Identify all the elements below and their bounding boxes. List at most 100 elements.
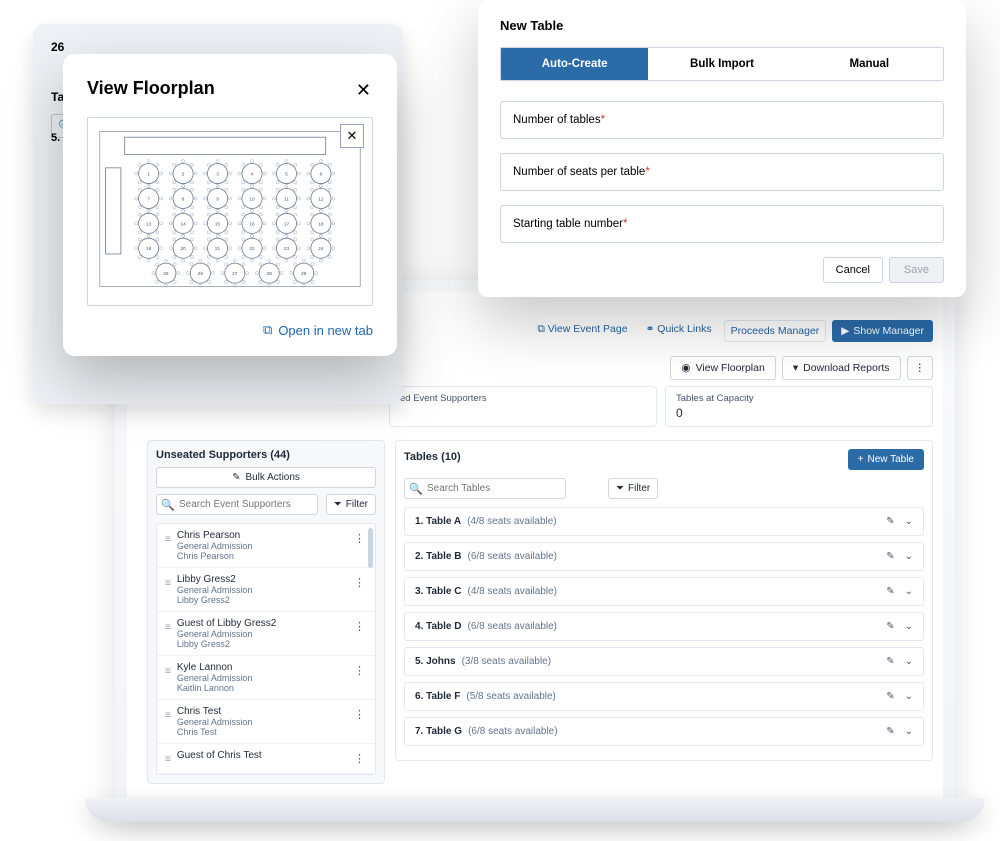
- show-manager-button[interactable]: ▶Show Manager: [832, 320, 933, 342]
- expand-table-button[interactable]: ⌄: [905, 516, 913, 527]
- edit-table-button[interactable]: ✎: [886, 726, 894, 737]
- table-row[interactable]: 1. Table A (4/8 seats available) ✎ ⌄: [404, 507, 924, 536]
- supporter-item[interactable]: ≡ Chris Pearson General Admission Chris …: [157, 524, 375, 568]
- open-in-new-tab-link[interactable]: ⧉ Open in new tab: [87, 322, 373, 338]
- table-row[interactable]: 6. Table F (5/8 seats available) ✎ ⌄: [404, 682, 924, 711]
- close-modal-button[interactable]: ✕: [354, 78, 373, 103]
- supporter-menu-button[interactable]: ⋮: [352, 750, 367, 767]
- peek-row-idx: 5.: [51, 132, 60, 144]
- edit-table-button[interactable]: ✎: [886, 551, 894, 562]
- external-link-icon: ⧉: [537, 323, 545, 335]
- table-row[interactable]: 3. Table C (4/8 seats available) ✎ ⌄: [404, 577, 924, 606]
- svg-text:7: 7: [147, 196, 150, 202]
- drag-handle-icon[interactable]: ≡: [165, 754, 171, 765]
- top-toolbar: ⧉ View Event Page ⚭ Quick Links Proceeds…: [531, 320, 933, 342]
- expand-table-button[interactable]: ⌄: [905, 726, 913, 737]
- supporter-item[interactable]: ≡ Chris Test General Admission Chris Tes…: [157, 700, 375, 744]
- svg-text:18: 18: [318, 221, 324, 227]
- pencil-icon: ✎: [886, 621, 894, 632]
- svg-text:27: 27: [232, 271, 238, 277]
- edit-table-button[interactable]: ✎: [886, 656, 894, 667]
- edit-table-button[interactable]: ✎: [886, 516, 894, 527]
- tab-manual[interactable]: Manual: [796, 48, 943, 80]
- supporter-menu-button[interactable]: ⋮: [352, 706, 367, 723]
- starting-table-number-field[interactable]: Starting table number*: [500, 205, 944, 243]
- proceeds-manager-button[interactable]: Proceeds Manager: [724, 320, 827, 342]
- table-seats: (4/8 seats available): [467, 516, 557, 527]
- supporter-menu-button[interactable]: ⋮: [352, 618, 367, 635]
- number-of-tables-field[interactable]: Number of tables*: [500, 101, 944, 139]
- link-icon: ⚭: [646, 323, 655, 335]
- filter-supporters-button[interactable]: ⏷Filter: [326, 494, 376, 515]
- external-link-icon: ⧉: [263, 322, 272, 338]
- seats-per-table-field[interactable]: Number of seats per table*: [500, 153, 944, 191]
- close-icon: ✕: [347, 128, 358, 144]
- supporter-menu-button[interactable]: ⋮: [352, 574, 367, 591]
- view-event-page-link[interactable]: ⧉ View Event Page: [531, 320, 633, 342]
- supporter-item[interactable]: ≡ Guest of Chris Test ⋮: [157, 744, 375, 774]
- svg-text:5: 5: [285, 172, 288, 178]
- drag-handle-icon[interactable]: ≡: [165, 622, 171, 633]
- supporter-item[interactable]: ≡ Guest of Libby Gress2 General Admissio…: [157, 612, 375, 656]
- view-floorplan-button[interactable]: ◉View Floorplan: [670, 356, 775, 380]
- table-seats: (6/8 seats available): [468, 621, 558, 632]
- drag-handle-icon[interactable]: ≡: [165, 666, 171, 677]
- expand-table-button[interactable]: ⌄: [905, 551, 913, 562]
- scrollbar-thumb[interactable]: [368, 528, 373, 568]
- stat-label: ed Event Supporters: [400, 393, 646, 404]
- edit-table-button[interactable]: ✎: [886, 621, 894, 632]
- chevron-down-icon: ⌄: [905, 586, 913, 597]
- new-table-button[interactable]: +New Table: [848, 449, 924, 470]
- svg-text:9: 9: [216, 196, 219, 202]
- drag-handle-icon[interactable]: ≡: [165, 578, 171, 589]
- expand-table-button[interactable]: ⌄: [905, 691, 913, 702]
- table-row[interactable]: 7. Table G (6/8 seats available) ✎ ⌄: [404, 717, 924, 746]
- table-index: 2. Table B: [415, 551, 462, 562]
- svg-text:2: 2: [182, 172, 185, 178]
- new-table-tabs: Auto-Create Bulk Import Manual: [500, 47, 944, 81]
- table-index: 6. Table F: [415, 691, 460, 702]
- drag-handle-icon[interactable]: ≡: [165, 710, 171, 721]
- supporter-host: Libby Gress2: [177, 595, 346, 605]
- table-row[interactable]: 4. Table D (6/8 seats available) ✎ ⌄: [404, 612, 924, 641]
- supporter-name: Libby Gress2: [177, 574, 346, 585]
- table-index: 5. Johns: [415, 656, 456, 667]
- expand-table-button[interactable]: ⌄: [905, 656, 913, 667]
- expand-table-button[interactable]: ⌄: [905, 621, 913, 632]
- supporter-name: Guest of Chris Test: [177, 750, 346, 761]
- supporter-menu-button[interactable]: ⋮: [352, 662, 367, 679]
- supporter-host: Chris Pearson: [177, 551, 346, 561]
- search-supporters-input[interactable]: [156, 494, 318, 515]
- expand-table-button[interactable]: ⌄: [905, 586, 913, 597]
- filter-icon: ⏷: [334, 499, 342, 510]
- save-button[interactable]: Save: [889, 257, 944, 283]
- cancel-button[interactable]: Cancel: [823, 257, 883, 283]
- more-actions-button[interactable]: ⋮: [907, 356, 934, 380]
- unseated-title: Unseated Supporters (44): [156, 449, 376, 461]
- drag-handle-icon[interactable]: ≡: [165, 534, 171, 545]
- supporter-tier: General Admission: [177, 629, 346, 639]
- view-floorplan-modal: View Floorplan ✕ ✕ 123456789101112131415…: [63, 54, 397, 356]
- edit-table-button[interactable]: ✎: [886, 691, 894, 702]
- stat-label: Tables at Capacity: [676, 393, 922, 404]
- stats-row: ed Event Supporters Tables at Capacity 0: [389, 386, 933, 427]
- table-index: 4. Table D: [415, 621, 462, 632]
- download-reports-button[interactable]: ▾Download Reports: [782, 356, 901, 380]
- supporter-item[interactable]: ≡ Libby Gress2 General Admission Libby G…: [157, 568, 375, 612]
- stat-value: 0: [676, 406, 922, 420]
- edit-table-button[interactable]: ✎: [886, 586, 894, 597]
- quick-links[interactable]: ⚭ Quick Links: [640, 320, 718, 342]
- floorplan-image-close-button[interactable]: ✕: [340, 124, 364, 148]
- table-row[interactable]: 5. Johns (3/8 seats available) ✎ ⌄: [404, 647, 924, 676]
- tab-bulk-import[interactable]: Bulk Import: [648, 48, 795, 80]
- supporter-item[interactable]: ≡ Kyle Lannon General Admission Kaitlin …: [157, 656, 375, 700]
- bulk-actions-button[interactable]: ✎Bulk Actions: [156, 467, 376, 488]
- table-index: 1. Table A: [415, 516, 461, 527]
- unseated-supporters-panel: Unseated Supporters (44) ✎Bulk Actions 🔍…: [147, 440, 385, 784]
- filter-tables-button[interactable]: ⏷Filter: [608, 478, 658, 499]
- supporter-menu-button[interactable]: ⋮: [352, 530, 367, 547]
- search-tables-input[interactable]: [404, 478, 566, 499]
- chevron-down-icon: ⌄: [905, 516, 913, 527]
- tab-auto-create[interactable]: Auto-Create: [501, 48, 648, 80]
- table-row[interactable]: 2. Table B (6/8 seats available) ✎ ⌄: [404, 542, 924, 571]
